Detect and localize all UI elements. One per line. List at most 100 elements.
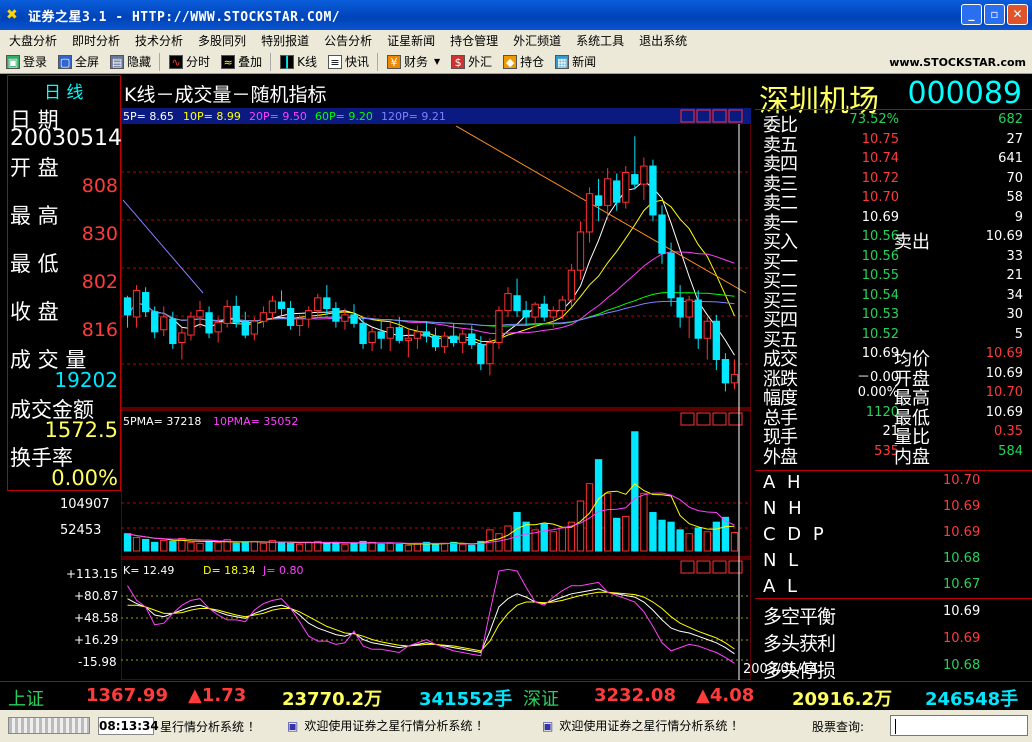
hide-label: 隐藏 xyxy=(127,55,152,69)
maximize-button[interactable]: ▫ xyxy=(984,4,1005,25)
quote-row: 买四 10.53 30 xyxy=(763,306,1027,331)
menu-technical-analysis[interactable]: 技术分析 xyxy=(126,32,189,49)
quote-row: 委比 73.52% 682 xyxy=(763,111,1027,136)
menu-multi-stock[interactable]: 多股同列 xyxy=(189,32,252,49)
finance-icon: ¥ xyxy=(386,54,401,69)
ah-value: 10.68 xyxy=(943,551,981,566)
quote-row-value2: 58 xyxy=(1006,190,1023,205)
quote-row-value: 1120 xyxy=(865,404,899,420)
candle-body xyxy=(449,335,458,343)
scroll-message-text: 欢迎使用证券之星行情分析系统 ！ xyxy=(559,719,744,733)
volume-bar xyxy=(640,492,648,552)
quote-row-value: －0.00 xyxy=(857,369,899,385)
candle-body xyxy=(549,310,557,318)
volume-bar xyxy=(594,459,603,552)
volume-bar xyxy=(603,492,612,552)
volume-bar xyxy=(685,533,693,552)
ah-label: N H xyxy=(763,498,805,519)
holdings-icon: ◆ xyxy=(503,54,518,69)
low-value: 802 xyxy=(81,271,118,293)
candle-body xyxy=(323,297,331,309)
overlay-button[interactable]: ≈ 叠加 xyxy=(215,51,267,73)
panel-control-icon xyxy=(712,560,727,574)
volume-bar xyxy=(286,542,295,552)
chart-title: K线－成交量－随机指标 xyxy=(124,84,327,106)
intraday-icon: ∿ xyxy=(169,54,184,69)
candle-body xyxy=(332,307,340,322)
overlay-icon: ≈ xyxy=(221,54,236,69)
window-title: 证券之星3.1 - HTTP://WWW.STOCKSTAR.COM/ xyxy=(28,9,341,25)
candle-body xyxy=(341,314,349,322)
kdj-legend-k: K= 12.49 xyxy=(123,564,174,577)
quote-row-value2: 5 xyxy=(1014,326,1023,342)
candle-body xyxy=(730,373,739,384)
menu-market-analysis[interactable]: 大盘分析 xyxy=(0,32,63,49)
hide-icon: ▤ xyxy=(110,54,125,69)
balance-value: 10.68 xyxy=(943,658,981,673)
balance-value: 10.69 xyxy=(943,604,981,619)
menu-system-tools[interactable]: 系统工具 xyxy=(567,32,630,49)
intraday-button[interactable]: ∿ 分时 xyxy=(163,51,215,73)
menu-realtime-analysis[interactable]: 即时分析 xyxy=(63,32,126,49)
hide-button[interactable]: ▤ 隐藏 xyxy=(104,51,156,73)
quote-row: 现手 21 量比 0.35 xyxy=(763,423,1027,448)
holdings-button[interactable]: ◆ 持仓 xyxy=(497,51,549,73)
quote-row-value: 10.52 xyxy=(861,326,899,342)
quote-panel: 深圳机场 000089 委比 73.52% 682 卖五 10.75 27 卖四 10.74 6… xyxy=(755,75,1032,682)
panel-control-icon xyxy=(728,560,743,574)
kline-chart[interactable]: 5P= 8.65 10P= 8.99 20P= 9.50 60P= 9.20 120P=… xyxy=(121,108,751,680)
candle-body xyxy=(431,335,440,348)
volume-bar xyxy=(350,542,358,552)
quote-row-value: 535 xyxy=(874,443,899,459)
volume-bar xyxy=(332,541,340,552)
balance-label: 多空平衡 xyxy=(763,606,836,628)
candle-body xyxy=(576,231,585,271)
quote-row-value2: 10.69 xyxy=(985,346,1023,361)
fullscreen-button[interactable]: ▢ 全屏 xyxy=(52,51,104,73)
divider xyxy=(755,598,1032,599)
quote-row-value2: 21 xyxy=(1006,268,1023,283)
login-button[interactable]: ▣ 登录 xyxy=(0,51,52,73)
menu-bar: 大盘分析 即时分析 技术分析 多股同列 特别报道 公告分析 证星新闻 持仓管理 … xyxy=(0,30,1032,50)
price-panel-frame xyxy=(121,108,751,409)
kdj-legend-d: D= 18.34 xyxy=(203,564,256,577)
quote-row-value2: 682 xyxy=(998,112,1023,127)
quote-row: 买一 10.56 33 xyxy=(763,248,1027,273)
menu-exit[interactable]: 退出系统 xyxy=(630,32,693,49)
volume-bar xyxy=(513,512,521,552)
news-button[interactable]: ▦ 新闻 xyxy=(549,51,601,73)
candle-body xyxy=(440,335,449,348)
volume-bar xyxy=(323,542,331,552)
kline-button[interactable]: ┃ K线 xyxy=(274,51,322,73)
volume-bar xyxy=(712,521,721,552)
menu-holdings[interactable]: 持仓管理 xyxy=(441,32,504,49)
volume-bar xyxy=(214,541,222,552)
period-header[interactable]: 日 线 xyxy=(44,78,83,103)
menu-forex[interactable]: 外汇频道 xyxy=(504,32,567,49)
quote-row: 卖一 10.69 9 xyxy=(763,209,1027,234)
forex-button[interactable]: $ 外汇 xyxy=(445,51,497,73)
menu-announcement[interactable]: 公告分析 xyxy=(315,32,378,49)
candle-body xyxy=(495,310,503,343)
candle-body xyxy=(151,311,159,333)
candle-body xyxy=(631,174,639,185)
candle-body xyxy=(187,316,195,336)
volume-bar xyxy=(141,538,150,552)
finance-button[interactable]: ¥ 财务 ▼ xyxy=(381,51,445,73)
menu-news[interactable]: 证星新闻 xyxy=(378,32,441,49)
volume-bar xyxy=(703,531,711,552)
quote-row-value2: 27 xyxy=(1006,131,1023,147)
menu-special-report[interactable]: 特别报道 xyxy=(252,32,315,49)
index-ticker: 上证 1367.99 ▲1.73 23770.2万 341552手 深证 323… xyxy=(0,681,1032,710)
news-flash-button[interactable]: ≡ 快讯 xyxy=(322,51,374,73)
volume-bar xyxy=(540,523,548,552)
stock-search-input[interactable] xyxy=(890,715,1028,736)
holdings-label: 持仓 xyxy=(520,55,545,69)
volume-bar xyxy=(132,537,141,552)
volume-bar xyxy=(259,542,268,552)
chevron-down-icon[interactable]: ▼ xyxy=(434,57,440,66)
ah-row: A H 10.70 xyxy=(763,472,1027,493)
candle-body xyxy=(359,322,367,345)
close-button[interactable]: ✕ xyxy=(1007,4,1028,25)
minimize-button[interactable]: _ xyxy=(961,4,982,25)
